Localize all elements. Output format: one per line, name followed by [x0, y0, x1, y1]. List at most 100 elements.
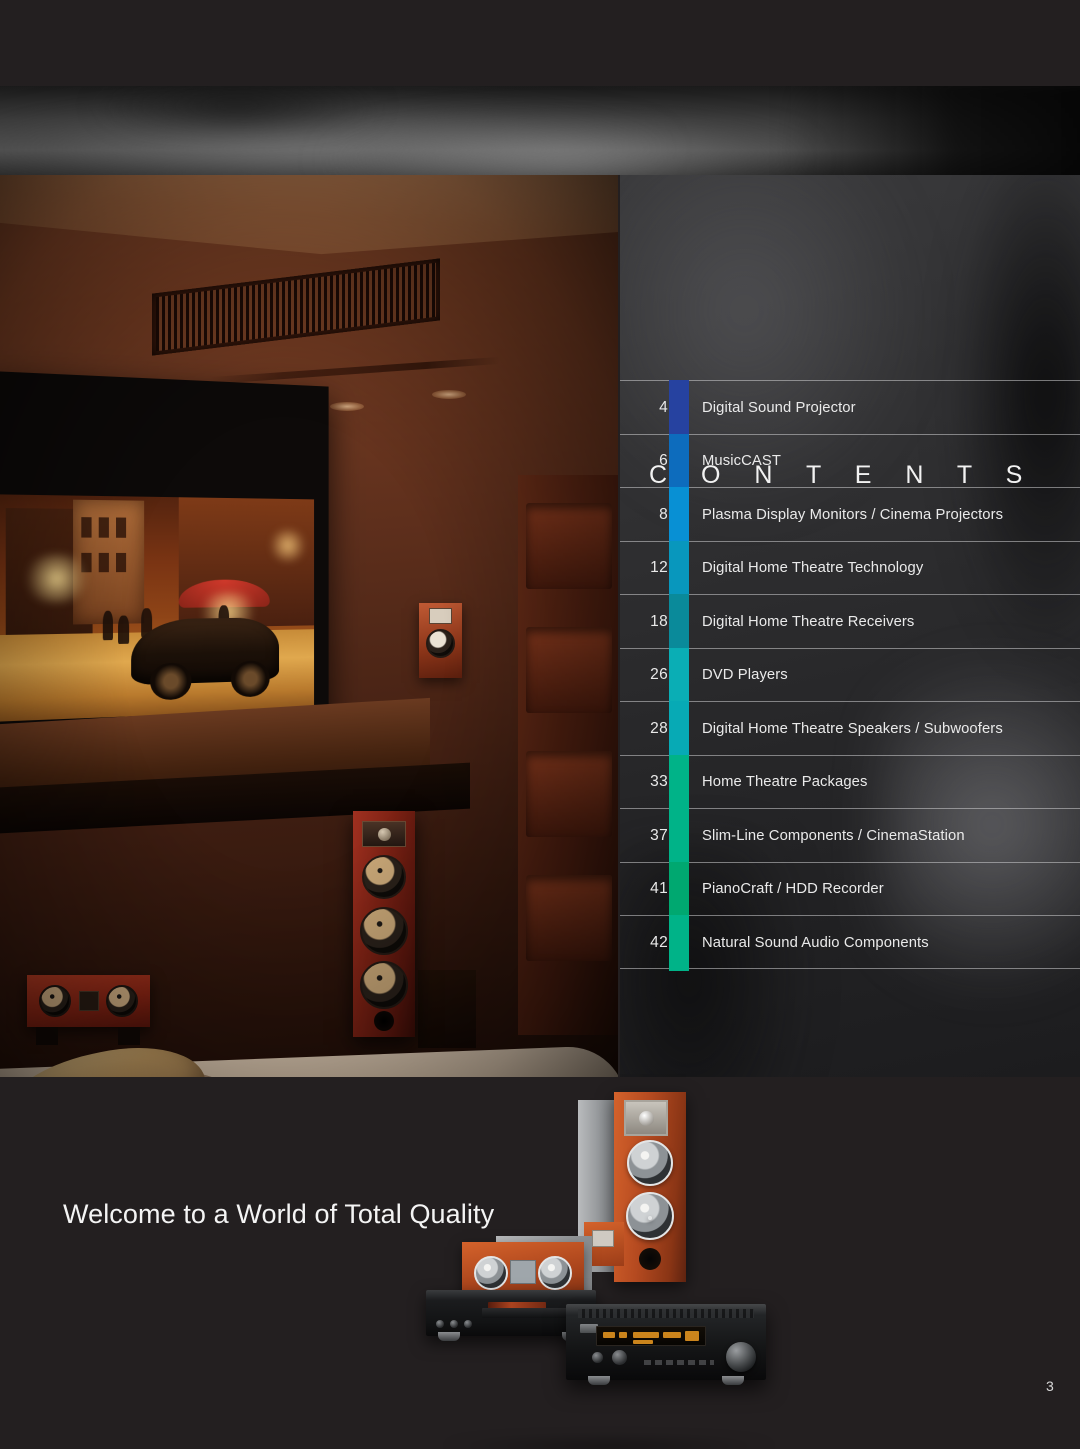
contents-entry-title: Digital Home Theatre Speakers / Subwoofe…: [702, 720, 1003, 737]
contents-row[interactable]: 18 Digital Home Theatre Receivers: [620, 594, 1080, 650]
contents-row[interactable]: 28 Digital Home Theatre Speakers / Subwoo…: [620, 701, 1080, 757]
display-segment: [603, 1332, 615, 1338]
contents-color-bar: [669, 754, 689, 810]
contents-entry-title: Natural Sound Audio Components: [702, 934, 929, 951]
floorstanding-speaker: [353, 811, 415, 1037]
contents-row[interactable]: 33 Home Theatre Packages: [620, 754, 1080, 810]
contents-entry-title: Digital Sound Projector: [702, 399, 856, 416]
contents-list: 4 Digital Sound Projector 6 MusicCAST 8 Plasm…: [620, 380, 1080, 971]
sofa: [0, 1015, 618, 1077]
contents-page-number: 33: [650, 773, 668, 791]
contents-entry-title: Plasma Display Monitors / Cinema Project…: [702, 506, 1004, 523]
scene-shop-light: [19, 553, 93, 604]
speaker-driver: [360, 907, 408, 955]
speaker-tweeter: [510, 1260, 536, 1284]
contents-entry-title: Digital Home Theatre Technology: [702, 560, 924, 577]
contents-row[interactable]: 41 PianoCraft / HDD Recorder: [620, 861, 1080, 917]
scene-window: [98, 517, 109, 538]
bookcase-shelf: [526, 503, 612, 589]
contents-page-number: 28: [650, 719, 668, 737]
contents-row[interactable]: 12 Digital Home Theatre Technology: [620, 540, 1080, 596]
scene-window: [115, 517, 126, 538]
projected-street-scene: [0, 494, 315, 722]
receiver-foot: [722, 1376, 744, 1385]
contents-page-number: 18: [650, 612, 668, 630]
banner-glow-center: [324, 117, 810, 175]
contents-panel: C O N T E N T S 4 Digital Sound Projector…: [620, 175, 1080, 1077]
banner-shade-left: [86, 86, 389, 131]
product-tower-speaker: [614, 1092, 686, 1282]
contents-color-bar: [669, 540, 689, 596]
scene-window: [98, 552, 109, 573]
contents-color-bar: [669, 487, 689, 543]
product-shadow: [444, 1438, 774, 1449]
receiver-knob: [612, 1350, 627, 1365]
product-group-image: [424, 1086, 824, 1449]
bookcase-shelf: [526, 875, 612, 961]
contents-color-bar: [669, 701, 689, 757]
tweeter-dome: [639, 1111, 654, 1126]
contents-page-number: 12: [650, 559, 668, 577]
banner-shade-right: [777, 86, 1080, 175]
speaker-driver: [426, 629, 455, 658]
contents-page-number: 26: [650, 666, 668, 684]
receiver-foot: [588, 1376, 610, 1385]
scene-pedestrian: [102, 611, 114, 640]
display-segment: [663, 1332, 681, 1338]
receiver-control-labels: [644, 1360, 714, 1365]
dvd-button: [436, 1320, 444, 1328]
display-segment: [633, 1332, 659, 1338]
receiver-volume-knob: [726, 1342, 756, 1372]
contents-entry-title: Slim-Line Components / CinemaStation: [702, 827, 965, 844]
speaker-tweeter: [429, 608, 452, 624]
contents-entry-title: MusicCAST: [702, 453, 782, 470]
dvd-button: [450, 1320, 458, 1328]
top-banner-band: [0, 86, 1080, 175]
contents-page-number: 8: [659, 505, 668, 523]
contents-page-number: 6: [659, 452, 668, 470]
scene-window: [81, 517, 92, 538]
contents-entry-title: Digital Home Theatre Receivers: [702, 613, 915, 630]
brochure-page: C O N T E N T S 4 Digital Sound Projector…: [0, 0, 1080, 1449]
contents-color-bar: [669, 647, 689, 703]
scene-street-lamp: [267, 528, 309, 563]
contents-row[interactable]: 8 Plasma Display Monitors / Cinema Projec…: [620, 487, 1080, 543]
contents-color-bar: [669, 861, 689, 917]
display-segment: [633, 1340, 653, 1344]
speaker-driver: [474, 1256, 508, 1290]
contents-row[interactable]: 37 Slim-Line Components / CinemaStation: [620, 808, 1080, 864]
contents-color-bar: [669, 915, 689, 971]
bass-port: [639, 1248, 661, 1270]
speaker-tweeter: [362, 821, 406, 847]
contents-page-number: 41: [650, 880, 668, 898]
bookcase-shelf: [526, 751, 612, 837]
dvd-button: [464, 1320, 472, 1328]
product-av-receiver: [566, 1304, 766, 1385]
contents-color-bar: [669, 808, 689, 864]
contents-entry-title: PianoCraft / HDD Recorder: [702, 881, 884, 898]
contents-row[interactable]: 26 DVD Players: [620, 647, 1080, 703]
contents-page-number: 4: [659, 398, 668, 416]
contents-entry-title: Home Theatre Packages: [702, 774, 868, 791]
receiver-vent: [578, 1309, 754, 1318]
contents-row[interactable]: 6 MusicCAST: [620, 433, 1080, 489]
display-segment: [619, 1332, 627, 1338]
display-segment: [685, 1331, 699, 1341]
projection-screen: [0, 370, 329, 748]
bookcase-shelf: [526, 627, 612, 713]
home-theatre-photo: [0, 175, 618, 1077]
ceiling-downlight: [330, 402, 364, 411]
wall-mounted-speaker: [419, 603, 462, 678]
speaker-driver: [538, 1256, 572, 1290]
contents-row[interactable]: 4 Digital Sound Projector: [620, 380, 1080, 436]
dvd-foot: [438, 1332, 460, 1341]
page-number: 3: [1046, 1378, 1054, 1394]
tweeter-dome: [378, 828, 391, 841]
contents-color-bar: [669, 380, 689, 436]
speaker-tweeter: [624, 1100, 668, 1136]
contents-row[interactable]: 42 Natural Sound Audio Components: [620, 915, 1080, 971]
speaker-tweeter: [592, 1230, 614, 1247]
speaker-driver: [360, 961, 408, 1009]
wall-bookcase: [518, 475, 618, 1035]
contents-page-number: 37: [650, 826, 668, 844]
